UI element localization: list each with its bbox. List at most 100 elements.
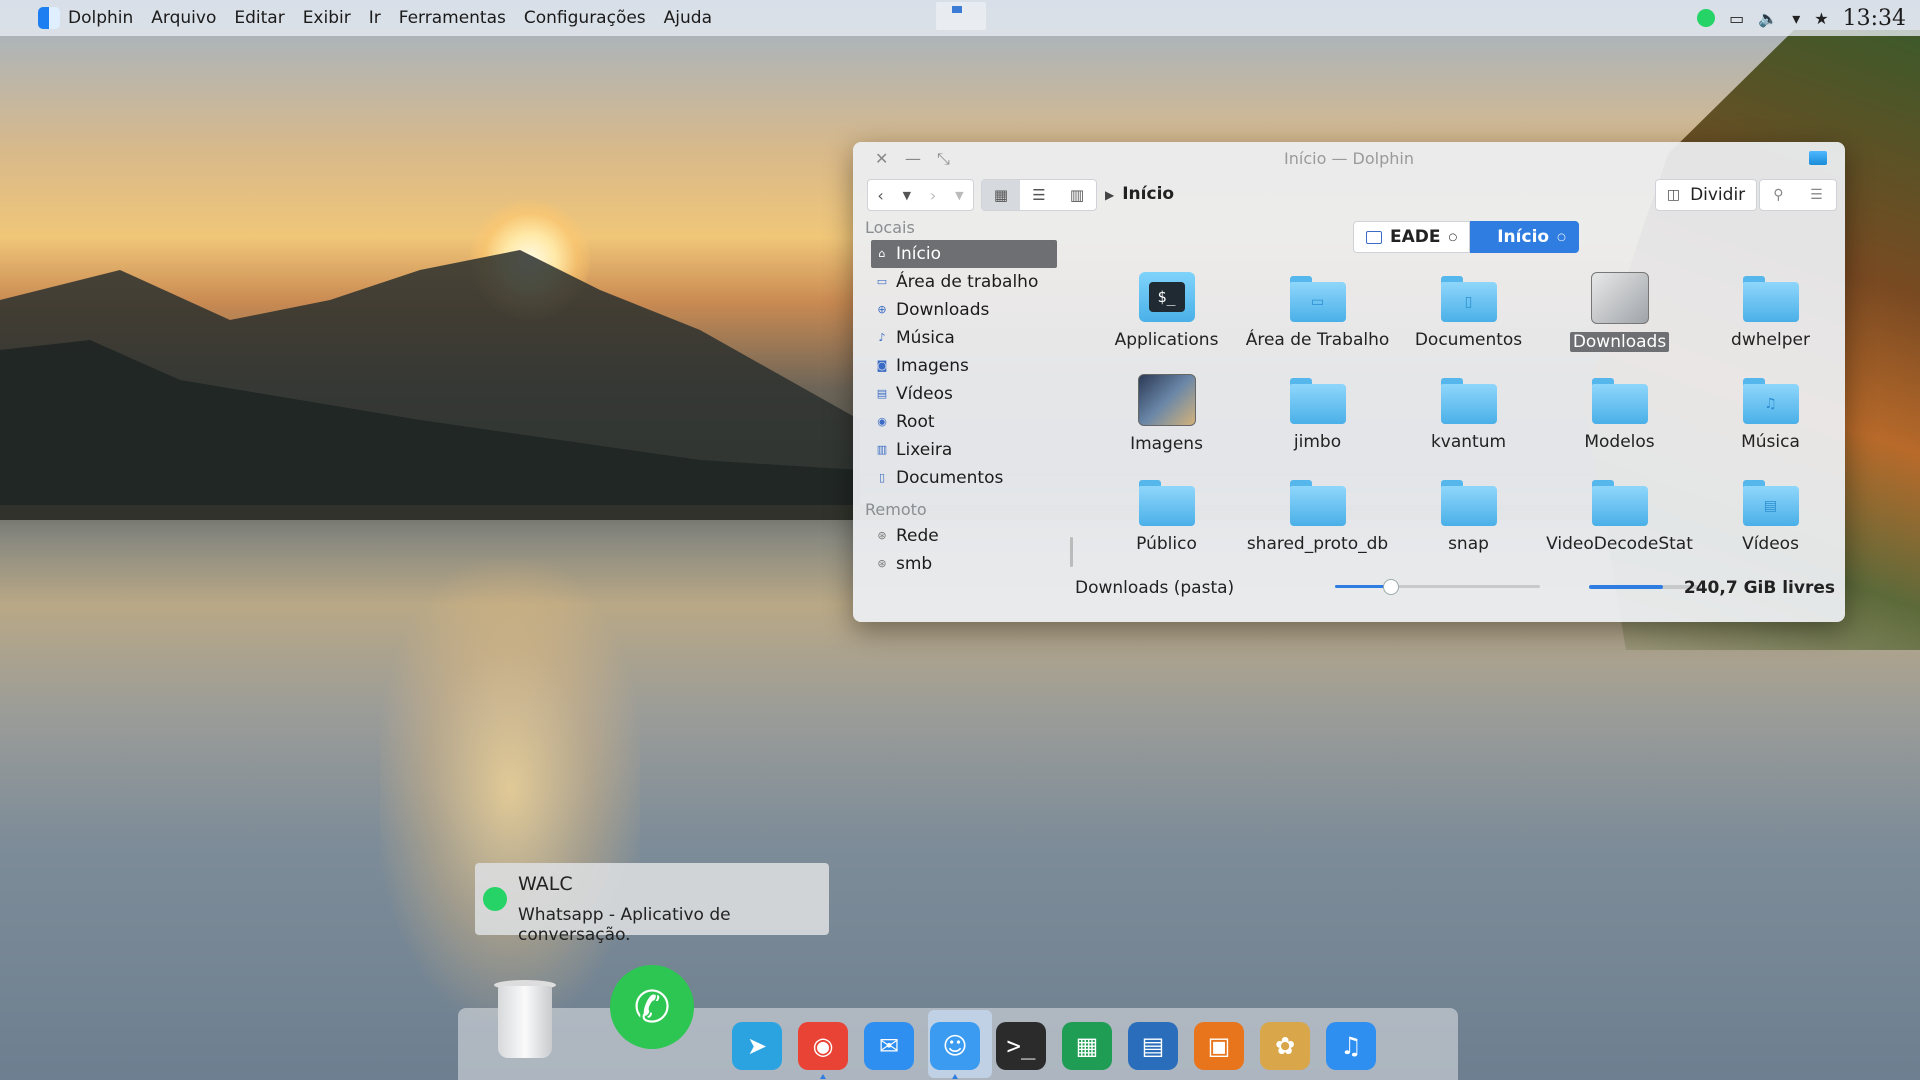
clock[interactable]: 13:34: [1843, 6, 1906, 31]
apple-icon[interactable]: [1392, 1022, 1442, 1070]
chevron-down-icon[interactable]: ▼: [903, 189, 911, 202]
trash-dock-icon[interactable]: [490, 972, 560, 1062]
notification-popup[interactable]: WALC Whatsapp - Aplicativo de conversaçã…: [475, 863, 829, 945]
document-icon: ▯: [878, 471, 886, 484]
sidebar-item-smb[interactable]: ⊛ smb: [871, 550, 1057, 578]
breadcrumb[interactable]: ▶ Início: [1105, 184, 1174, 204]
chevron-down-icon[interactable]: ▼: [955, 189, 963, 202]
back-icon[interactable]: ‹: [877, 186, 883, 205]
music-icon: ♪: [878, 331, 886, 344]
breadcrumb-current[interactable]: Início: [1122, 184, 1174, 204]
finder-icon[interactable]: [38, 7, 60, 29]
mail-icon[interactable]: ✉: [864, 1022, 914, 1070]
file-item-imagens[interactable]: Imagens: [1091, 374, 1242, 476]
finder-icon[interactable]: ☺: [930, 1022, 980, 1070]
split-button-label: Dividir: [1690, 185, 1746, 205]
network-icon: ⊛: [877, 557, 887, 570]
documents-folder-icon: ▯: [1440, 276, 1497, 322]
file-item-snap[interactable]: snap: [1393, 476, 1544, 578]
file-item-downloads[interactable]: Downloads: [1544, 272, 1695, 374]
menu-ferramentas[interactable]: Ferramentas: [399, 8, 506, 28]
search-icon[interactable]: ⚲: [1773, 187, 1783, 203]
file-item-videos[interactable]: ▤ Vídeos: [1695, 476, 1845, 578]
home-icon: [1483, 230, 1490, 244]
chevron-down-icon[interactable]: ▾: [1792, 9, 1800, 28]
telegram-icon[interactable]: ➤: [732, 1022, 782, 1070]
menu-arquivo[interactable]: Arquivo: [151, 8, 216, 28]
folder-icon: [1591, 480, 1648, 526]
terminal-icon[interactable]: >_: [996, 1022, 1046, 1070]
file-name: jimbo: [1293, 432, 1342, 452]
file-item-shared-proto-db[interactable]: shared_proto_db: [1242, 476, 1393, 578]
tab-bar: EADE ○ Início ○: [1353, 221, 1579, 253]
view-mode-buttons: ▦ ☰ ▥: [981, 179, 1097, 211]
file-item-jimbo[interactable]: jimbo: [1242, 374, 1393, 476]
split-button[interactable]: ◫ Dividir: [1655, 179, 1757, 211]
file-item-publico[interactable]: Público: [1091, 476, 1242, 578]
details-view-icon[interactable]: ☰: [1020, 180, 1058, 210]
tab-label: EADE: [1390, 227, 1441, 247]
photos-icon[interactable]: ✿: [1260, 1022, 1310, 1070]
icons-view-icon[interactable]: ▦: [982, 180, 1020, 210]
file-item-modelos[interactable]: Modelos: [1544, 374, 1695, 476]
sidebar-item-videos[interactable]: ▤ Vídeos: [871, 380, 1057, 408]
app-name-menu[interactable]: Dolphin: [68, 8, 133, 28]
notifications-icon[interactable]: ▭: [1729, 9, 1744, 28]
zoom-slider-handle[interactable]: [1383, 579, 1400, 595]
forward-icon[interactable]: ›: [930, 186, 936, 205]
sidebar-item-root[interactable]: ◉ Root: [871, 408, 1057, 436]
places-sidebar: Locais ⌂ Início ▭ Área de trabalho ⊕ Downlo…: [853, 216, 1073, 622]
menu-editar[interactable]: Editar: [234, 8, 284, 28]
file-item-documentos[interactable]: ▯ Documentos: [1393, 272, 1544, 374]
volume-icon[interactable]: 🔈: [1758, 9, 1778, 28]
sidebar-item-downloads[interactable]: ⊕ Downloads: [871, 296, 1057, 324]
whatsapp-tray-icon[interactable]: [1697, 9, 1716, 27]
terminal-folder-icon: [1138, 272, 1195, 322]
sidebar-item-documentos[interactable]: ▯ Documentos: [871, 464, 1057, 492]
whatsapp-icon: [483, 887, 507, 911]
menu-ajuda[interactable]: Ajuda: [664, 8, 712, 28]
sidebar-item-rede[interactable]: ⊛ Rede: [871, 522, 1057, 550]
desktop-icon: ▭: [876, 275, 888, 288]
menu-ir[interactable]: Ir: [369, 8, 381, 28]
file-item-applications[interactable]: Applications: [1091, 272, 1242, 374]
virtual-desktop-pager[interactable]: [936, 2, 986, 30]
tab-eade[interactable]: EADE ○: [1353, 221, 1471, 253]
menu-configuracoes[interactable]: Configurações: [524, 8, 646, 28]
star-icon[interactable]: ★: [1814, 9, 1828, 28]
file-item-kvantum[interactable]: kvantum: [1393, 374, 1544, 476]
menu-exibir[interactable]: Exibir: [303, 8, 351, 28]
sidebar-scrollbar[interactable]: [1070, 537, 1073, 567]
file-name: Downloads: [1569, 332, 1670, 352]
notification-title: WALC: [518, 873, 573, 895]
top-menubar: Dolphin Arquivo Editar Exibir Ir Ferrame…: [0, 0, 1920, 36]
sidebar-item-imagens[interactable]: ◙ Imagens: [871, 352, 1057, 380]
music-app-icon[interactable]: ♫: [1326, 1022, 1376, 1070]
system-tray: ▭ 🔈 ▾ ★ 13:34: [1697, 0, 1906, 36]
spreadsheet-icon[interactable]: ▦: [1062, 1022, 1112, 1070]
sidebar-item-area-de-trabalho[interactable]: ▭ Área de trabalho: [871, 268, 1057, 296]
presentation-icon[interactable]: ▣: [1194, 1022, 1244, 1070]
writer-icon[interactable]: ▤: [1128, 1022, 1178, 1070]
split-view-icon: ◫: [1666, 187, 1681, 203]
file-item-dwhelper[interactable]: dwhelper: [1695, 272, 1845, 374]
file-name: Público: [1136, 534, 1197, 554]
tab-close-icon[interactable]: ○: [1557, 232, 1566, 243]
tab-close-icon[interactable]: ○: [1449, 232, 1458, 243]
zoom-slider[interactable]: [1335, 579, 1540, 595]
sidebar-item-inicio[interactable]: ⌂ Início: [871, 240, 1057, 268]
file-item-area-de-trabalho[interactable]: ▭ Área de Trabalho: [1242, 272, 1393, 374]
chrome-icon[interactable]: ◉: [798, 1022, 848, 1070]
file-item-musica[interactable]: ♫ Música: [1695, 374, 1845, 476]
hamburger-menu-icon[interactable]: ☰: [1810, 187, 1823, 203]
sidebar-item-musica[interactable]: ♪ Música: [871, 324, 1057, 352]
folder-icon: [1742, 276, 1799, 322]
whatsapp-desktop-icon[interactable]: [610, 965, 694, 1049]
folder-icon: [1591, 378, 1648, 424]
columns-view-icon[interactable]: ▥: [1058, 180, 1096, 210]
sidebar-item-lixeira[interactable]: ▥ Lixeira: [871, 436, 1057, 464]
tab-inicio[interactable]: Início ○: [1470, 221, 1579, 253]
window-titlebar[interactable]: ✕ — ⤡ Início — Dolphin: [853, 142, 1845, 176]
file-item-videodecodestat[interactable]: VideoDecodeStat: [1544, 476, 1695, 578]
sidebar-item-label: Vídeos: [896, 384, 953, 404]
